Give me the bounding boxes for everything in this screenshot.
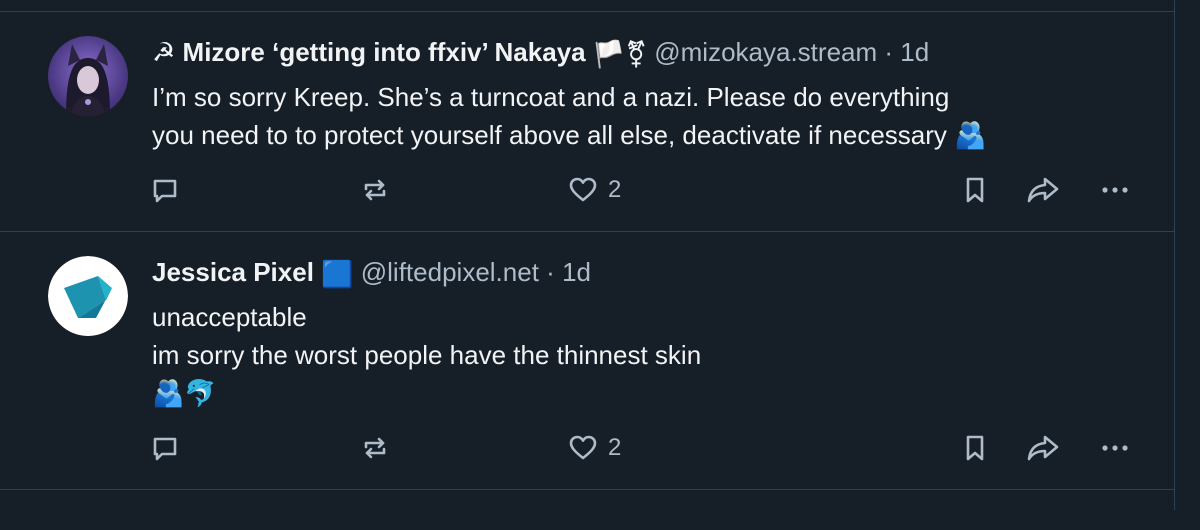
action-bar: 2: [150, 428, 1140, 468]
action-bar: 2: [150, 170, 1140, 210]
like-icon: [569, 435, 597, 460]
repost-button[interactable]: [360, 170, 390, 210]
more-options-button[interactable]: [1098, 428, 1132, 468]
timestamp[interactable]: 1d: [900, 37, 929, 67]
post[interactable]: ☭ Mizore ‘getting into ffxiv’ Nakaya 🏳️⚧…: [0, 11, 1174, 232]
bookmark-button[interactable]: [960, 428, 990, 468]
repost-button[interactable]: [360, 428, 390, 468]
post-text-line: im sorry the worst people have the thinn…: [152, 340, 702, 370]
bookmark-button[interactable]: [960, 170, 990, 210]
reply-button[interactable]: [150, 170, 180, 210]
share-button[interactable]: [1026, 428, 1060, 468]
separator: ·: [884, 37, 894, 67]
like-button[interactable]: 2: [568, 428, 621, 468]
post-header: Jessica Pixel 🟦 @liftedpixel.net · 1d: [152, 256, 591, 290]
post-header: ☭ Mizore ‘getting into ffxiv’ Nakaya 🏳️⚧…: [152, 36, 929, 70]
timestamp[interactable]: 1d: [562, 257, 591, 287]
display-name[interactable]: ☭ Mizore ‘getting into ffxiv’ Nakaya: [152, 37, 586, 67]
post-text: unacceptable im sorry the worst people h…: [152, 298, 1152, 412]
post-text-line: I’m so sorry Kreep. She’s a turncoat and…: [152, 82, 950, 112]
repost-icon: [364, 437, 386, 459]
share-icon: [1027, 435, 1059, 461]
like-count: 2: [608, 434, 622, 461]
post[interactable]: Jessica Pixel 🟦 @liftedpixel.net · 1d un…: [0, 231, 1174, 490]
like-button[interactable]: 2: [568, 170, 621, 210]
reply-icon: [153, 437, 177, 461]
post-text-line: unacceptable: [152, 302, 307, 332]
more-options-button[interactable]: [1098, 170, 1132, 210]
like-icon: [569, 177, 597, 202]
handle[interactable]: @mizokaya.stream: [654, 37, 877, 67]
name-emoji: 🟦: [321, 259, 354, 289]
avatar[interactable]: [48, 256, 128, 336]
bookmark-icon: [966, 435, 984, 461]
name-emoji: 🏳️⚧: [592, 39, 648, 69]
post-text: I’m so sorry Kreep. She’s a turncoat and…: [152, 78, 1152, 154]
avatar[interactable]: [48, 36, 128, 116]
repost-icon: [364, 179, 386, 201]
more-icon: [1102, 445, 1128, 451]
share-button[interactable]: [1026, 170, 1060, 210]
separator: ·: [546, 257, 555, 287]
reply-icon: [153, 179, 177, 203]
handle[interactable]: @liftedpixel.net: [361, 257, 539, 287]
reply-button[interactable]: [150, 428, 180, 468]
like-count: 2: [608, 176, 622, 203]
post-text-line: 🫂🐬: [152, 378, 217, 408]
bookmark-icon: [966, 177, 984, 203]
display-name[interactable]: Jessica Pixel: [152, 257, 314, 287]
more-icon: [1102, 187, 1128, 193]
share-icon: [1027, 177, 1059, 203]
post-text-line: you need to to protect yourself above al…: [152, 120, 987, 150]
